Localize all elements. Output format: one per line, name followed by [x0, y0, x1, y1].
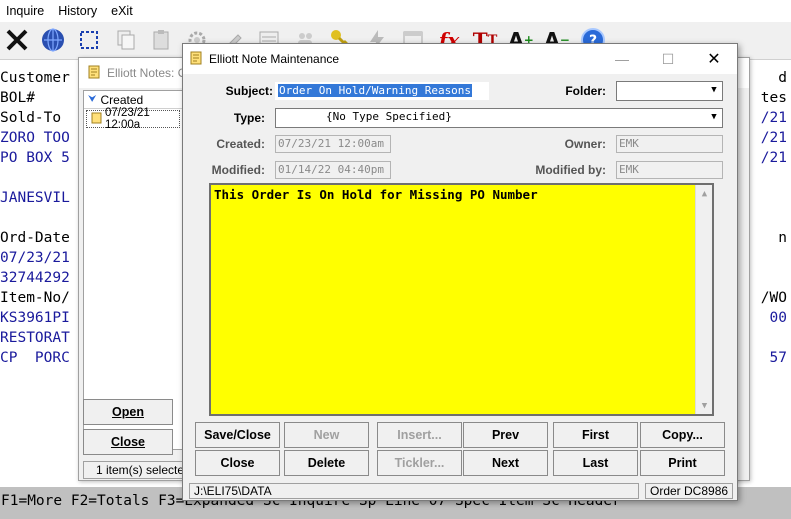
- close-icon[interactable]: ✕: [691, 44, 737, 74]
- terminal-fragment: /21: [760, 130, 787, 146]
- terminal-line: BOL#: [0, 90, 35, 106]
- terminal-fragment: n: [778, 230, 787, 246]
- created-label: Created:: [216, 137, 265, 151]
- last-button[interactable]: Last: [553, 450, 638, 476]
- select-icon[interactable]: [74, 25, 104, 55]
- note-text-area[interactable]: This Order Is On Hold for Missing PO Num…: [209, 183, 714, 416]
- notes-app-icon: [87, 65, 101, 82]
- notes-window-title: Elliott Notes: O: [107, 66, 188, 80]
- menu-history[interactable]: History: [58, 4, 97, 18]
- open-button[interactable]: Open: [83, 399, 173, 425]
- copy-icon: [110, 25, 140, 55]
- copy-button[interactable]: Copy...: [640, 422, 725, 448]
- terminal-line: 32744292: [0, 270, 70, 286]
- dialog-title: Elliott Note Maintenance: [209, 52, 340, 66]
- subject-label: Subject:: [225, 84, 273, 98]
- globe-icon[interactable]: [38, 25, 68, 55]
- terminal-line: CP PORC: [0, 350, 70, 366]
- close-button[interactable]: Close: [195, 450, 280, 476]
- terminal-line: Item-No/: [0, 290, 70, 306]
- modified-label: Modified:: [211, 163, 265, 177]
- terminal-fragment: 57: [769, 350, 787, 366]
- minimize-icon: —: [615, 51, 629, 67]
- terminal-line: JANESVIL: [0, 190, 70, 206]
- delete-button[interactable]: Delete: [284, 450, 369, 476]
- next-button[interactable]: Next: [463, 450, 548, 476]
- menu-inquire[interactable]: Inquire: [6, 4, 44, 18]
- type-label: Type:: [233, 111, 265, 125]
- chevron-down-icon: ▼: [706, 109, 722, 125]
- terminal-line: RESTORAT: [0, 330, 70, 346]
- type-select[interactable]: {No Type Specified} ▼: [275, 108, 723, 128]
- sort-chevron-icon: ⮟: [88, 94, 97, 105]
- first-button[interactable]: First: [553, 422, 638, 448]
- terminal-fragment: d: [778, 70, 787, 86]
- terminal-fragment: /WO: [760, 290, 787, 306]
- created-field: 07/23/21 12:00am: [275, 135, 391, 153]
- print-button[interactable]: Print: [640, 450, 725, 476]
- folder-label: Folder:: [565, 84, 606, 98]
- prev-button[interactable]: Prev: [463, 422, 548, 448]
- terminal-fragment: tes: [760, 90, 787, 106]
- subject-field[interactable]: Order On Hold/Warning Reasons: [275, 82, 489, 100]
- tickler-button: Tickler...: [377, 450, 462, 476]
- status-order: Order DC8986: [645, 483, 733, 499]
- notes-status-bar: 1 item(s) selecte: [83, 461, 193, 479]
- save-close-button[interactable]: Save/Close: [195, 422, 280, 448]
- note-maintenance-dialog: Elliott Note Maintenance — ☐ ✕ Subject: …: [182, 43, 738, 501]
- scroll-up-icon[interactable]: ▲: [696, 185, 713, 202]
- terminal-line: Sold-To: [0, 110, 62, 126]
- terminal-fragment: 00: [769, 310, 787, 326]
- terminal-line: Customer: [0, 70, 70, 86]
- folder-select[interactable]: ▼: [616, 81, 723, 101]
- new-button: New: [284, 422, 369, 448]
- terminal-line: 07/23/21: [0, 250, 70, 266]
- paste-icon: [146, 25, 176, 55]
- exit-x-icon[interactable]: [2, 25, 32, 55]
- modified-by-label: Modified by:: [535, 163, 606, 177]
- terminal-line: PO BOX 5: [0, 150, 70, 166]
- terminal-fragment: /21: [760, 110, 787, 126]
- notes-list[interactable]: ⮟ Created 07/23/21 12:00a: [83, 90, 183, 450]
- notes-app-icon: [189, 51, 203, 68]
- menu-exit[interactable]: eXit: [111, 4, 133, 18]
- list-item[interactable]: 07/23/21 12:00a: [86, 107, 180, 131]
- notes-close-button[interactable]: Close: [83, 429, 173, 455]
- terminal-line: ZORO TOO: [0, 130, 70, 146]
- menubar: Inquire History eXit: [0, 0, 791, 22]
- maximize-icon: ☐: [661, 50, 675, 67]
- modified-by-field: EMK: [616, 161, 723, 179]
- scrollbar[interactable]: ▲ ▼: [695, 185, 712, 414]
- scroll-down-icon[interactable]: ▼: [696, 397, 713, 414]
- owner-label: Owner:: [564, 137, 606, 151]
- note-icon: [91, 112, 102, 127]
- owner-field: EMK: [616, 135, 723, 153]
- status-path: J:\ELI75\DATA: [189, 483, 639, 499]
- terminal-fragment: /21: [760, 150, 787, 166]
- modified-field: 01/14/22 04:40pm: [275, 161, 391, 179]
- terminal-line: KS3961PI: [0, 310, 70, 326]
- insert-button: Insert...: [377, 422, 462, 448]
- terminal-line: Ord-Date: [0, 230, 70, 246]
- chevron-down-icon: ▼: [706, 82, 722, 98]
